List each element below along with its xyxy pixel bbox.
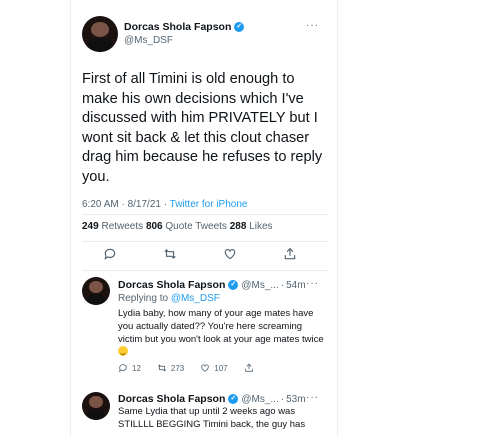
reply-count: 12 (132, 363, 141, 373)
verified-badge-icon: ✓ (228, 280, 239, 290)
tweet-meta: 6:20 AM · 8/17/21 · Twitter for iPhone (82, 199, 247, 210)
author-avatar[interactable] (82, 16, 118, 52)
retweet-icon[interactable] (160, 247, 180, 265)
reply-time[interactable]: 53m (286, 394, 305, 405)
likes-stat[interactable]: 288 Likes (230, 221, 273, 232)
tweet-timestamp[interactable]: 6:20 AM · 8/17/21 · (82, 199, 170, 210)
divider (82, 241, 327, 242)
author-handle[interactable]: @Ms_DSF (124, 35, 173, 46)
retweet-count: 273 (170, 363, 185, 373)
separator: · (280, 279, 285, 291)
replying-to: Replying to @Ms_DSF (118, 293, 220, 304)
quote-tweets-stat[interactable]: 806 Quote Tweets (146, 221, 230, 232)
separator: · (280, 393, 285, 405)
reply-comment-button[interactable]: 12 (118, 363, 141, 373)
tweet-text: First of all Timini is old enough to mak… (82, 71, 323, 185)
share-icon[interactable] (280, 247, 300, 265)
reply-retweet-button[interactable]: 273 (157, 363, 184, 373)
comment-icon[interactable] (100, 247, 120, 265)
reply-avatar[interactable] (82, 277, 110, 305)
tweet-stats: 249 Retweets 806 Quote Tweets 288 Likes (82, 221, 273, 232)
reply-text: Lydia baby, how many of your age mates h… (118, 307, 328, 359)
divider (82, 270, 327, 271)
replying-to-handle[interactable]: @Ms_DSF (171, 293, 220, 304)
divider (82, 214, 327, 215)
more-options-icon[interactable]: ··· (306, 20, 319, 31)
reply-text: Same Lydia that up until 2 weeks ago was… (118, 406, 306, 430)
tweet-actions (100, 247, 300, 265)
retweets-stat[interactable]: 249 Retweets (82, 221, 146, 232)
reply-author-row[interactable]: Dorcas Shola Fapson ✓ @Ms_... · 53m (118, 393, 306, 405)
reply-avatar[interactable] (82, 392, 110, 420)
reply-author-name[interactable]: Dorcas Shola Fapson (118, 393, 225, 405)
reply-share-button[interactable] (244, 363, 254, 373)
replying-to-label: Replying to (118, 293, 171, 304)
reply-actions: 12 273 107 (118, 363, 254, 373)
reply-text-content: Lydia baby, how many of your age mates h… (118, 308, 324, 345)
grimace-emoji-icon (118, 346, 128, 356)
more-options-icon[interactable]: ··· (306, 278, 319, 289)
reply-author-name[interactable]: Dorcas Shola Fapson (118, 279, 225, 291)
reply-time[interactable]: 54m (286, 280, 305, 291)
verified-badge-icon: ✓ (228, 394, 239, 404)
heart-icon[interactable] (220, 247, 240, 265)
verified-badge-icon: ✓ (234, 22, 245, 32)
author-name[interactable]: Dorcas Shola Fapson (124, 21, 231, 33)
tweet-source-link[interactable]: Twitter for iPhone (170, 199, 248, 210)
author-name-row[interactable]: Dorcas Shola Fapson ✓ (124, 21, 245, 33)
like-count: 107 (214, 363, 228, 373)
reply-author-handle[interactable]: @Ms_... (241, 394, 278, 405)
reply-author-row[interactable]: Dorcas Shola Fapson ✓ @Ms_... · 54m (118, 279, 306, 291)
reply-like-button[interactable]: 107 (200, 363, 228, 373)
reply-author-handle[interactable]: @Ms_... (241, 280, 278, 291)
more-options-icon[interactable]: ··· (306, 392, 319, 403)
